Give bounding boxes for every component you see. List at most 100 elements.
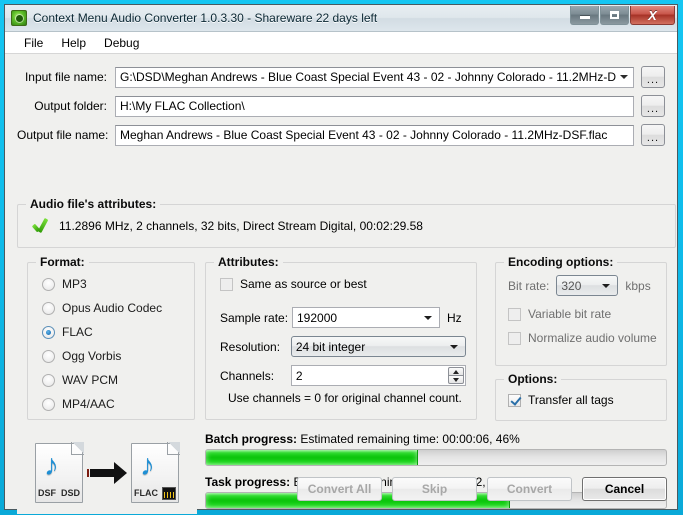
encoding-options-group: Encoding options: Bit rate: 320 kbps Var… [495,255,667,366]
format-option-mp4-aac[interactable]: MP4/AAC [42,397,115,411]
progress-panel: Batch progress: Estimated remaining time… [205,432,667,514]
minimize-button[interactable] [570,6,599,25]
options-group: Options: Transfer all tags [495,372,667,421]
menu-item-help[interactable]: Help [52,34,95,52]
music-note-icon: ♪ [44,449,59,482]
audio-attributes-text: 11.2896 MHz, 2 channels, 32 bits, Direct… [59,219,423,233]
input-file-combo[interactable]: G:\DSD\Meghan Andrews - Blue Coast Speci… [115,66,634,88]
input-file-label: Input file name: [24,70,107,84]
channels-value: 2 [295,368,303,383]
source-file-icon: ♪ DSF DSD [35,442,84,503]
channels-stepper[interactable]: 2 [290,365,466,386]
source-format-label: DSF [38,488,56,498]
bit-rate-label: Bit rate: [508,278,550,293]
output-file-browse-button[interactable]: ... [641,124,665,146]
app-icon [11,10,27,26]
channels-row: Channels: 2 [220,365,466,386]
minimize-icon [579,16,590,19]
close-button[interactable]: X [630,6,675,25]
format-option-label: Ogg Vorbis [62,349,122,363]
audio-attributes-row: 11.2896 MHz, 2 channels, 32 bits, Direct… [32,218,423,234]
menu-bar: File Help Debug [5,32,677,54]
channels-note: Use channels = 0 for original channel co… [228,391,462,405]
normalize-volume-checkbox-row[interactable]: Normalize audio volume [508,331,657,345]
format-option-label: MP4/AAC [62,397,115,411]
cancel-button[interactable]: Cancel [582,477,667,501]
target-file-icon: ♪ FLAC [131,442,180,503]
convert-all-button[interactable]: Convert All [297,477,382,501]
input-file-row: Input file name: G:\DSD\Meghan Andrews -… [17,64,665,90]
client-area: Input file name: G:\DSD\Meghan Andrews -… [5,54,677,514]
convert-button[interactable]: Convert [487,477,572,501]
task-progress-title: Task progress: [205,475,291,489]
radio-icon [42,301,55,315]
output-file-label: Output file name: [17,128,109,142]
resolution-select[interactable]: 24 bit integer [290,336,466,357]
same-as-source-label: Same as source or best [240,277,367,291]
source-format-sublabel: DSD [60,488,80,498]
attributes-legend: Attributes: [214,255,283,269]
radio-icon [42,277,55,291]
stepper-buttons [448,367,464,384]
input-file-browse-button[interactable]: ... [641,66,665,88]
resolution-label: Resolution: [220,339,281,354]
sample-rate-unit: Hz [447,310,462,325]
stepper-down-icon[interactable] [448,375,464,384]
stepper-up-icon[interactable] [448,367,464,375]
format-option-flac[interactable]: FLAC [42,325,93,339]
format-legend: Format: [36,255,89,269]
format-option-ogg-vorbis[interactable]: Ogg Vorbis [42,349,121,363]
flac-badge-icon [162,487,176,500]
output-folder-row: Output folder: H:\My FLAC Collection\ ..… [17,93,665,119]
resolution-row: Resolution: 24 bit integer [220,336,466,357]
file-fields-section: Input file name: G:\DSD\Meghan Andrews -… [5,54,677,153]
chevron-down-icon[interactable] [616,75,631,79]
format-option-wav-pcm[interactable]: WAV PCM [42,373,118,387]
output-file-row: Output file name: Meghan Andrews - Blue … [17,122,665,148]
window-title: Context Menu Audio Converter 1.0.3.30 - … [33,11,378,25]
checkbox-icon [508,307,521,321]
format-option-label: FLAC [62,325,93,339]
maximize-button[interactable] [600,6,629,25]
chevron-down-icon [602,283,611,288]
sample-rate-select[interactable]: 192000 [292,307,440,328]
encoding-options-legend: Encoding options: [504,255,618,269]
button-bar: Convert All Skip Convert Cancel [287,477,667,501]
arrow-shaft [90,469,114,477]
format-option-opus[interactable]: Opus Audio Codec [42,301,162,315]
output-folder-label: Output folder: [34,99,107,113]
output-folder-value: H:\My FLAC Collection\ [120,99,245,113]
transfer-all-tags-label: Transfer all tags [528,393,614,407]
format-group: Format: MP3 Opus Audio Codec FLAC Ogg Vo… [27,255,195,420]
menu-item-file[interactable]: File [15,34,52,52]
bit-rate-select[interactable]: 320 [556,275,619,296]
resolution-value: 24 bit integer [295,339,366,354]
output-file-value: Meghan Andrews - Blue Coast Special Even… [120,128,608,142]
sample-rate-value: 192000 [297,310,338,325]
output-folder-browse-button[interactable]: ... [641,95,665,117]
radio-icon [42,349,55,363]
radio-icon [42,373,55,387]
normalize-volume-label: Normalize audio volume [528,331,657,345]
window-frame: Context Menu Audio Converter 1.0.3.30 - … [4,4,678,514]
page-fold-icon [71,442,84,455]
format-option-mp3[interactable]: MP3 [42,277,87,291]
sample-rate-label: Sample rate: [220,310,289,325]
transfer-all-tags-checkbox-row[interactable]: Transfer all tags [508,393,614,407]
bit-rate-value: 320 [561,278,582,293]
format-option-label: WAV PCM [62,373,118,387]
same-as-source-checkbox-row[interactable]: Same as source or best [220,277,367,291]
radio-icon [42,397,55,411]
options-legend: Options: [504,372,562,386]
application-window: Context Menu Audio Converter 1.0.3.30 - … [0,0,683,515]
output-folder-input[interactable]: H:\My FLAC Collection\ [115,95,634,117]
format-option-label: Opus Audio Codec [62,301,163,315]
conversion-icons-panel: ♪ DSF DSD ♪ FLAC [17,432,197,514]
variable-bit-rate-checkbox-row[interactable]: Variable bit rate [508,307,611,321]
title-bar: Context Menu Audio Converter 1.0.3.30 - … [5,5,677,32]
skip-button[interactable]: Skip [392,477,477,501]
menu-item-debug[interactable]: Debug [95,34,148,52]
channels-label: Channels: [220,368,275,383]
output-file-input[interactable]: Meghan Andrews - Blue Coast Special Even… [115,124,634,146]
green-check-icon [32,218,50,234]
